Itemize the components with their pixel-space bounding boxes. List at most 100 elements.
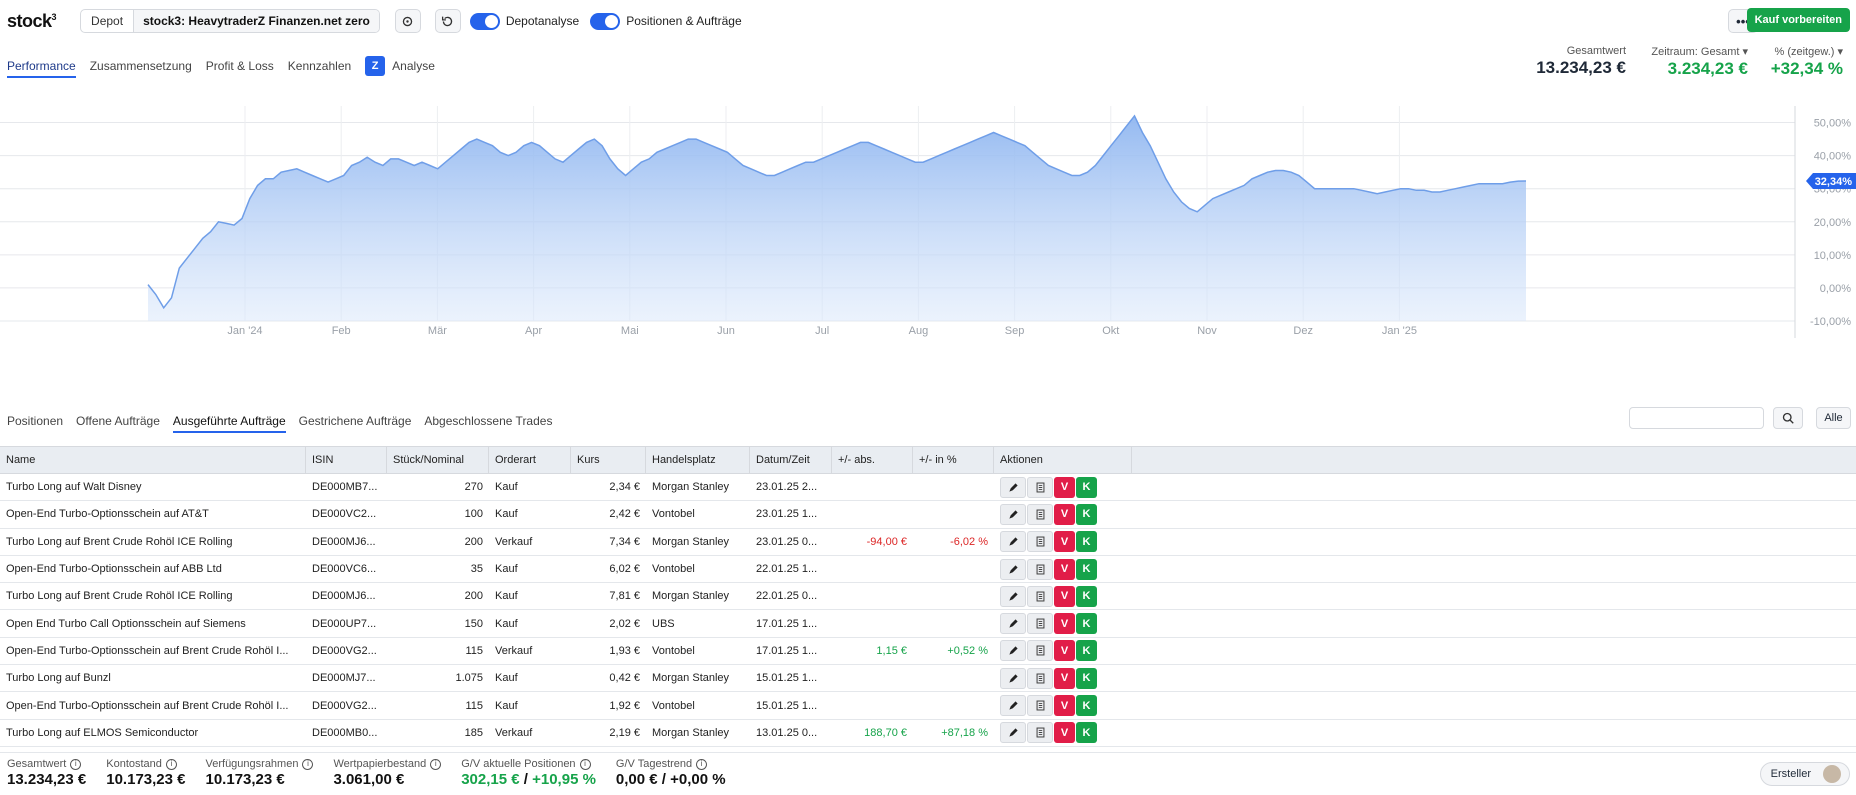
table-row[interactable]: Turbo Long auf Brent Crude Rohöl ICE Rol… [0, 529, 1856, 556]
document-icon[interactable] [1027, 667, 1053, 689]
sell-button[interactable]: V [1054, 722, 1075, 744]
depot-selector[interactable]: Depot stock3: HeavytraderZ Finanzen.net … [80, 9, 380, 33]
info-icon[interactable]: i [579, 758, 591, 770]
positionen-toggle[interactable]: Positionen & Aufträge [590, 12, 742, 30]
table-row[interactable]: Open-End Turbo-Optionsschein auf ABB Ltd… [0, 556, 1856, 584]
info-icon[interactable]: i [70, 758, 82, 770]
buy-button[interactable]: Kauf vorbereiten [1746, 8, 1850, 32]
buy-row-button[interactable]: K [1076, 722, 1097, 744]
table-row[interactable]: Turbo Long auf ELMOS Semiconductor DE000M… [0, 720, 1856, 747]
sell-button[interactable]: V [1054, 476, 1075, 498]
edit-icon[interactable] [1000, 667, 1026, 689]
buy-row-button[interactable]: K [1076, 531, 1097, 553]
col-kurs[interactable]: Kurs [571, 447, 646, 473]
creator-button[interactable]: Ersteller [1759, 762, 1850, 786]
cell-name: Turbo Long auf Brent Crude Rohöl ICE Rol… [6, 590, 233, 603]
table-row[interactable]: Open End Turbo Call Optionsschein auf Si… [0, 610, 1856, 638]
tab-kennzahlen[interactable]: Kennzahlen [288, 59, 351, 73]
sync-icon[interactable] [394, 9, 421, 33]
col-name[interactable]: Name [0, 447, 306, 473]
document-icon[interactable] [1027, 722, 1053, 744]
col-qty[interactable]: Stück/Nominal [387, 447, 489, 473]
buy-row-button[interactable]: K [1076, 558, 1097, 580]
buy-row-button[interactable]: K [1076, 503, 1097, 525]
info-icon[interactable]: i [165, 758, 177, 770]
col-isin[interactable]: ISIN [306, 447, 387, 473]
table-row[interactable]: Turbo Long auf Bunzl DE000MJ7... 1.075 Kauf… [0, 665, 1856, 693]
sell-button[interactable]: V [1054, 503, 1075, 525]
col-type[interactable]: Orderart [489, 447, 571, 473]
tab-analyse[interactable]: Z Analyse [365, 56, 435, 76]
document-icon[interactable] [1027, 585, 1053, 607]
edit-icon[interactable] [1000, 531, 1026, 553]
document-icon[interactable] [1027, 640, 1053, 662]
table-row[interactable]: Open-End Turbo-Optionsschein auf AT&T DE0… [0, 501, 1856, 529]
edit-icon[interactable] [1000, 722, 1026, 744]
performance-chart[interactable]: Jan '24 Feb Mär Apr Mai Jun Jul Aug Sep Okt Nov Dez… [0, 106, 1856, 338]
tab-abgeschlossene-trades[interactable]: Abgeschlossene Trades [424, 414, 552, 433]
tab-gestrichene-auftraege[interactable]: Gestrichene Aufträge [299, 414, 412, 433]
current-value-marker: 32,34% [1806, 172, 1856, 189]
tab-offene-auftraege[interactable]: Offene Aufträge [76, 414, 160, 433]
table-row[interactable]: Open-End Turbo-Optionsschein auf Brent C… [0, 692, 1856, 720]
document-icon[interactable] [1027, 503, 1053, 525]
sell-button[interactable]: V [1054, 558, 1075, 580]
buy-row-button[interactable]: K [1076, 476, 1097, 498]
positionen-switch[interactable] [590, 12, 621, 30]
tab-positionen[interactable]: Positionen [7, 414, 63, 433]
kpi-zeitraum[interactable]: Zeitraum: Gesamt ▾ 3.234,23 € [1651, 45, 1748, 79]
sell-button[interactable]: V [1054, 613, 1075, 635]
app-logo[interactable]: stock3 [7, 11, 56, 32]
document-icon[interactable] [1027, 476, 1053, 498]
sell-button[interactable]: V [1054, 695, 1075, 717]
edit-icon[interactable] [1000, 613, 1026, 635]
kpi-pct-value: +32,34 % [1770, 59, 1843, 78]
buy-row-button[interactable]: K [1076, 695, 1097, 717]
cell-abs [832, 692, 913, 718]
document-icon[interactable] [1027, 558, 1053, 580]
depot-label: Depot [81, 10, 135, 32]
tab-profit-loss[interactable]: Profit & Loss [206, 59, 274, 73]
edit-icon[interactable] [1000, 585, 1026, 607]
document-icon[interactable] [1027, 531, 1053, 553]
sell-button[interactable]: V [1054, 667, 1075, 689]
all-button[interactable]: Alle [1816, 407, 1851, 429]
table-row[interactable]: Open-End Turbo-Optionsschein auf Brent C… [0, 638, 1856, 666]
buy-row-button[interactable]: K [1076, 613, 1097, 635]
buy-row-button[interactable]: K [1076, 667, 1097, 689]
col-pct[interactable]: +/- in % [913, 447, 994, 473]
kpi-pct[interactable]: % (zeitgew.) ▾ +32,34 % [1771, 45, 1843, 79]
tab-ausgefuehrte-auftraege[interactable]: Ausgeführte Aufträge [172, 414, 286, 433]
cell-place: Morgan Stanley [652, 535, 730, 548]
edit-icon[interactable] [1000, 640, 1026, 662]
table-row[interactable]: Turbo Long auf Walt Disney DE000MB7... 270… [0, 474, 1856, 502]
kpi-pct-label[interactable]: % (zeitgew.) ▾ [1771, 45, 1844, 58]
sell-button[interactable]: V [1054, 531, 1075, 553]
buy-row-button[interactable]: K [1076, 640, 1097, 662]
depot-name[interactable]: stock3: HeavytraderZ Finanzen.net zero [134, 10, 379, 32]
info-icon[interactable]: i [430, 758, 442, 770]
sell-button[interactable]: V [1054, 585, 1075, 607]
col-abs[interactable]: +/- abs. [832, 447, 913, 473]
depotanalyse-switch[interactable] [469, 12, 500, 30]
depotanalyse-toggle[interactable]: Depotanalyse [469, 12, 579, 30]
sell-button[interactable]: V [1054, 640, 1075, 662]
document-icon[interactable] [1027, 613, 1053, 635]
edit-icon[interactable] [1000, 476, 1026, 498]
refresh-icon[interactable] [434, 9, 461, 33]
search-input[interactable] [1629, 407, 1764, 429]
buy-row-button[interactable]: K [1076, 585, 1097, 607]
col-place[interactable]: Handelsplatz [646, 447, 750, 473]
table-row[interactable]: Turbo Long auf Brent Crude Rohöl ICE Rol… [0, 583, 1856, 611]
tab-performance[interactable]: Performance [7, 59, 76, 78]
kpi-zeitraum-label[interactable]: Zeitraum: Gesamt ▾ [1651, 45, 1748, 58]
tab-zusammensetzung[interactable]: Zusammensetzung [90, 59, 192, 73]
edit-icon[interactable] [1000, 695, 1026, 717]
search-icon[interactable] [1773, 407, 1803, 429]
col-date[interactable]: Datum/Zeit [750, 447, 832, 473]
edit-icon[interactable] [1000, 503, 1026, 525]
edit-icon[interactable] [1000, 558, 1026, 580]
info-icon[interactable]: i [302, 758, 314, 770]
document-icon[interactable] [1027, 695, 1053, 717]
info-icon[interactable]: i [696, 758, 708, 770]
